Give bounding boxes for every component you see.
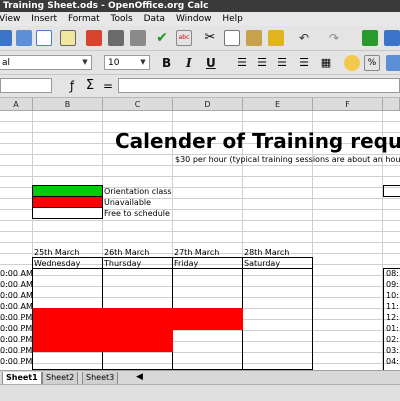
right-time-label: 01:	[386, 324, 399, 333]
menu-tools[interactable]: Tools	[111, 14, 133, 24]
redo-icon[interactable]: ↷	[326, 30, 342, 46]
page-preview-icon[interactable]	[130, 30, 146, 46]
busy-block-3	[33, 330, 173, 341]
edit-mode-icon[interactable]	[60, 30, 76, 46]
export-pdf-icon[interactable]	[86, 30, 102, 46]
sheet-grid[interactable]: Calender of Training reques $30 per hour…	[0, 111, 400, 370]
menu-format[interactable]: Format	[68, 14, 100, 24]
time-label: 0:00 PM	[0, 357, 33, 366]
formatting-toolbar: al ▼ 10 ▼ B I U ☰ ☰ ☰ ☰ ▦ %	[0, 51, 400, 75]
underline-button[interactable]: U	[206, 56, 216, 70]
paste-icon[interactable]	[246, 30, 262, 46]
column-header-e[interactable]: E	[243, 98, 313, 111]
right-legend-box	[383, 185, 400, 197]
cut-icon[interactable]: ✂	[202, 30, 218, 46]
italic-button[interactable]: I	[186, 56, 192, 70]
align-left-icon[interactable]: ☰	[234, 55, 250, 71]
chevron-down-icon: ▼	[82, 58, 88, 66]
legend-label-unavailable: Unavailable	[104, 198, 152, 207]
currency-format-icon[interactable]	[344, 55, 360, 71]
input-line[interactable]	[118, 78, 400, 93]
bold-button[interactable]: B	[162, 56, 171, 70]
busy-block-4	[33, 341, 173, 352]
email-icon[interactable]	[16, 30, 32, 46]
time-label: 0:00 PM	[0, 324, 33, 333]
legend-label-free: Free to schedule	[104, 209, 170, 218]
autospellcheck-icon[interactable]: abc	[176, 30, 192, 46]
busy-block-2	[33, 319, 243, 330]
window-title: Training Sheet.ods - OpenOffice.org Calc	[3, 1, 209, 11]
hyperlink-icon[interactable]	[362, 30, 378, 46]
time-label: 0:00 AM	[0, 291, 33, 300]
menu-help[interactable]: Help	[222, 14, 243, 24]
column-header-g[interactable]	[383, 98, 400, 111]
right-time-label: 10:	[386, 291, 399, 300]
formula-bar: ƒ Σ =	[0, 75, 400, 98]
time-label: 0:00 AM	[0, 280, 33, 289]
align-right-icon[interactable]: ☰	[274, 55, 290, 71]
standard-toolbar: ✔ abc ✂ ↶ ↷	[0, 26, 400, 51]
status-bar	[0, 384, 400, 401]
time-label: 0:00 AM	[0, 269, 33, 278]
percent-format-icon[interactable]: %	[364, 55, 380, 71]
time-label: 0:00 PM	[0, 335, 33, 344]
align-center-icon[interactable]: ☰	[254, 55, 270, 71]
right-time-label: 12:	[386, 313, 399, 322]
right-time-label: 11:	[386, 302, 399, 311]
menu-view[interactable]: View	[0, 14, 20, 24]
number-format-icon[interactable]	[386, 55, 400, 71]
menu-window[interactable]: Window	[176, 14, 212, 24]
sheet-tabs-bar: Sheet1 Sheet2 Sheet3 ◀	[0, 370, 400, 385]
font-name-value: al	[2, 58, 11, 68]
justify-icon[interactable]: ☰	[296, 55, 312, 71]
spellcheck-icon[interactable]: ✔	[154, 30, 170, 46]
title-bar: Training Sheet.ods - OpenOffice.org Calc	[0, 0, 400, 12]
clone-formatting-icon[interactable]	[268, 30, 284, 46]
time-label: 0:00 PM	[0, 346, 33, 355]
time-label: 0:00 AM	[0, 302, 33, 311]
sheet-title: Calender of Training reques	[115, 129, 400, 153]
legend-label-orientation: Orientation class	[104, 187, 172, 196]
sheet-subtitle: $30 per hour (typical training sessions …	[175, 155, 400, 164]
font-size-box[interactable]: 10 ▼	[104, 55, 150, 70]
menu-insert[interactable]: Insert	[31, 14, 57, 24]
font-size-value: 10	[108, 58, 120, 68]
function-wizard-icon[interactable]: ƒ	[64, 78, 80, 94]
column-header-b[interactable]: B	[33, 98, 103, 111]
right-time-label: 03:	[386, 346, 399, 355]
column-header-f[interactable]: F	[313, 98, 383, 111]
right-time-label: 04:	[386, 357, 399, 366]
menu-bar: View Insert Format Tools Data Window Hel…	[0, 12, 400, 26]
print-icon[interactable]	[108, 30, 124, 46]
font-name-box[interactable]: al ▼	[0, 55, 92, 70]
busy-block-1	[33, 308, 243, 319]
menu-data[interactable]: Data	[144, 14, 166, 24]
edit-file-icon[interactable]	[36, 30, 52, 46]
save-icon[interactable]	[0, 30, 12, 46]
right-time-label: 08:	[386, 269, 399, 278]
time-label: 0:00 PM	[0, 313, 33, 322]
legend-swatch-free	[32, 207, 103, 219]
undo-icon[interactable]: ↶	[296, 30, 312, 46]
column-header-c[interactable]: C	[103, 98, 173, 111]
sort-icon[interactable]	[384, 30, 400, 46]
chevron-down-icon: ▼	[140, 58, 146, 66]
copy-icon[interactable]	[224, 30, 240, 46]
right-time-label: 09:	[386, 280, 399, 289]
column-header-d[interactable]: D	[173, 98, 243, 111]
name-box[interactable]	[0, 78, 52, 93]
right-time-label: 02:	[386, 335, 399, 344]
sum-icon[interactable]: Σ	[82, 78, 98, 94]
formula-icon[interactable]: =	[100, 78, 116, 94]
merge-cells-icon[interactable]: ▦	[318, 55, 334, 71]
column-header-a[interactable]: A	[0, 98, 33, 111]
scroll-left-icon[interactable]: ◀	[136, 372, 143, 382]
